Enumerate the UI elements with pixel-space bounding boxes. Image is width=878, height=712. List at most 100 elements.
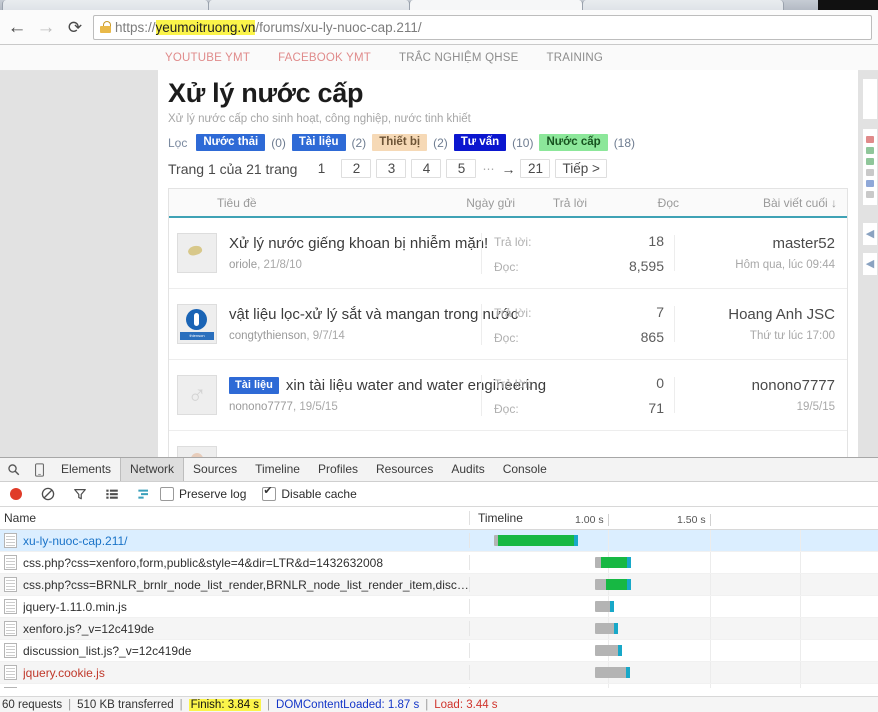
- tab-profiles[interactable]: Profiles: [309, 458, 367, 481]
- nav-link-trac-nghiem-qhse[interactable]: TRẮC NGHIỆM QHSE: [399, 52, 519, 64]
- page-button-3[interactable]: 3: [376, 159, 407, 178]
- address-bar[interactable]: https://yeumoitruong.vn/forums/xu-ly-nuo…: [93, 14, 872, 40]
- clear-icon[interactable]: [32, 482, 64, 506]
- request-name[interactable]: jquery-1.11.0.min.js: [23, 600, 127, 614]
- request-name[interactable]: css.php?css=xenforo,form,public&style=4&…: [23, 556, 383, 570]
- last-post-user[interactable]: nonono7777: [675, 377, 835, 394]
- thread-prefix-tag[interactable]: Tài liệu: [229, 377, 279, 394]
- request-name[interactable]: xenforo.js?_v=12c419de: [23, 622, 154, 636]
- request-name[interactable]: discussion_list.js?_v=12c419de: [23, 644, 191, 658]
- browser-tab-strip[interactable]: [0, 0, 878, 10]
- request-name[interactable]: css.php?css=BRNLR_brnlr_node_list_render…: [23, 578, 469, 592]
- list-item[interactable]: jquery.cookie.js: [0, 662, 878, 684]
- request-name-cell[interactable]: xu-ly-nuoc-cap.211/: [0, 533, 470, 548]
- browser-tab[interactable]: [582, 0, 784, 10]
- request-name-cell[interactable]: jquery-1.11.0.min.js: [0, 599, 470, 614]
- avatar[interactable]: thienson: [177, 304, 217, 344]
- list-item[interactable]: jquery-1.11.0.min.js: [0, 596, 878, 618]
- column-header-last-post[interactable]: Bài viết cuối ↓: [687, 196, 847, 210]
- request-name[interactable]: jquery.cookie.js: [23, 666, 105, 680]
- filter-tag-nuoc-thai[interactable]: Nước thải: [196, 134, 266, 151]
- page-button-last[interactable]: 21: [520, 159, 551, 178]
- forward-icon[interactable]: →: [34, 15, 58, 39]
- nav-link-facebook-ymt[interactable]: FACEBOOK YMT: [278, 52, 371, 64]
- column-header-replies[interactable]: Trả lời: [515, 196, 593, 210]
- checkbox-box-checked[interactable]: [262, 484, 277, 501]
- request-name-cell[interactable]: css.php?css=BRNLR_brnlr_node_list_render…: [0, 577, 470, 592]
- filter-icon[interactable]: [64, 482, 96, 506]
- list-item[interactable]: css.php?css=xenforo,form,public&style=4&…: [0, 552, 878, 574]
- checkbox-box[interactable]: [160, 487, 174, 501]
- request-name-cell[interactable]: discussion_list.js?_v=12c419de: [0, 643, 470, 658]
- tab-sources[interactable]: Sources: [184, 458, 246, 481]
- avatar[interactable]: [177, 233, 217, 273]
- inspect-element-icon[interactable]: [0, 458, 26, 481]
- disable-cache-checkbox[interactable]: Disable cache: [262, 484, 357, 501]
- network-request-list[interactable]: xu-ly-nuoc-cap.211/ css.php?css=xenforo,…: [0, 530, 878, 688]
- tab-network[interactable]: Network: [120, 458, 185, 481]
- list-item[interactable]: xenforo.js?_v=12c419de: [0, 618, 878, 640]
- sidebar-widget[interactable]: [862, 78, 878, 120]
- browser-tab-active[interactable]: [409, 0, 583, 10]
- table-row[interactable]: Tư vấn Nước có màu vàng và vị mặn Trả lờ…: [169, 431, 847, 457]
- list-item[interactable]: css.php?css=BRNLR_brnlr_node_list_render…: [0, 574, 878, 596]
- filter-tag-tai-lieu[interactable]: Tài liệu: [291, 134, 346, 151]
- back-icon[interactable]: ←: [5, 15, 29, 39]
- window-controls[interactable]: [818, 0, 878, 10]
- column-header-views[interactable]: Đọc: [593, 196, 687, 210]
- tab-timeline[interactable]: Timeline: [246, 458, 309, 481]
- browser-tab[interactable]: [208, 0, 410, 10]
- request-name[interactable]: jquery.easing.min.js: [23, 688, 128, 689]
- sidebar-widget[interactable]: [862, 214, 878, 216]
- list-item[interactable]: discussion_list.js?_v=12c419de: [0, 640, 878, 662]
- tab-audits[interactable]: Audits: [442, 458, 493, 481]
- filter-tag-tu-van[interactable]: Tư vấn: [453, 134, 507, 151]
- summary-dom-content-loaded: DOMContentLoaded: 1.87 s: [276, 699, 420, 711]
- request-name-cell[interactable]: jquery.easing.min.js: [0, 687, 470, 688]
- list-item[interactable]: jquery.easing.min.js: [0, 684, 878, 688]
- page-button-2[interactable]: 2: [341, 159, 372, 178]
- waterfall-icon[interactable]: [128, 482, 160, 506]
- thread-title-link[interactable]: vật liệu lọc-xử lý sắt và mangan trong n…: [229, 306, 518, 323]
- thread-author[interactable]: congtythienson: [229, 330, 306, 342]
- tab-elements[interactable]: Elements: [52, 458, 120, 481]
- device-mode-icon[interactable]: [26, 458, 52, 481]
- last-post-user[interactable]: master52: [675, 235, 835, 252]
- record-icon[interactable]: [0, 482, 32, 506]
- request-name[interactable]: xu-ly-nuoc-cap.211/: [23, 534, 128, 548]
- column-header-timeline[interactable]: Timeline 1.00 s 1.50 s: [470, 511, 878, 526]
- filter-tag-nuoc-cap[interactable]: Nước cấp: [539, 134, 608, 151]
- thread-title-link[interactable]: Xử lý nước giếng khoan bị nhiễm mặn!: [229, 235, 488, 252]
- request-name-cell[interactable]: xenforo.js?_v=12c419de: [0, 621, 470, 636]
- sidebar-widget[interactable]: [862, 128, 878, 206]
- carousel-prev-icon[interactable]: ◀: [862, 222, 878, 246]
- column-header-name[interactable]: Name: [0, 511, 470, 525]
- next-page-button[interactable]: Tiếp >: [555, 159, 607, 178]
- table-row[interactable]: ♂ Tài liệu xin tài liệu water and water …: [169, 360, 847, 431]
- browser-tab[interactable]: [2, 0, 209, 10]
- preserve-log-checkbox[interactable]: Preserve log: [160, 487, 246, 501]
- column-header-title[interactable]: Tiêu đề: [169, 196, 435, 210]
- page-button-5[interactable]: 5: [446, 159, 477, 178]
- reload-icon[interactable]: ⟳: [63, 15, 87, 39]
- column-header-date[interactable]: Ngày gửi: [435, 196, 515, 210]
- thread-author[interactable]: nonono7777: [229, 401, 293, 413]
- table-row[interactable]: Xử lý nước giếng khoan bị nhiễm mặn! ori…: [169, 218, 847, 289]
- table-row[interactable]: thienson vật liệu lọc-xử lý sắt và manga…: [169, 289, 847, 360]
- list-item[interactable]: xu-ly-nuoc-cap.211/: [0, 530, 878, 552]
- avatar[interactable]: ♂: [177, 375, 217, 415]
- carousel-next-icon[interactable]: ◀: [862, 252, 878, 276]
- page-button-4[interactable]: 4: [411, 159, 442, 178]
- nav-link-youtube-ymt[interactable]: YOUTUBE YMT: [165, 52, 250, 64]
- tab-console[interactable]: Console: [494, 458, 556, 481]
- request-name-cell[interactable]: css.php?css=xenforo,form,public&style=4&…: [0, 555, 470, 570]
- thread-author[interactable]: oriole: [229, 259, 257, 271]
- view-list-icon[interactable]: [96, 482, 128, 506]
- filter-tag-thiet-bi[interactable]: Thiết bị: [372, 134, 428, 151]
- avatar[interactable]: [177, 446, 217, 457]
- tab-resources[interactable]: Resources: [367, 458, 442, 481]
- request-name-cell[interactable]: jquery.cookie.js: [0, 665, 470, 680]
- page-button-1[interactable]: 1: [306, 159, 336, 178]
- last-post-user[interactable]: Hoang Anh JSC: [675, 306, 835, 323]
- nav-link-training[interactable]: TRAINING: [547, 52, 604, 64]
